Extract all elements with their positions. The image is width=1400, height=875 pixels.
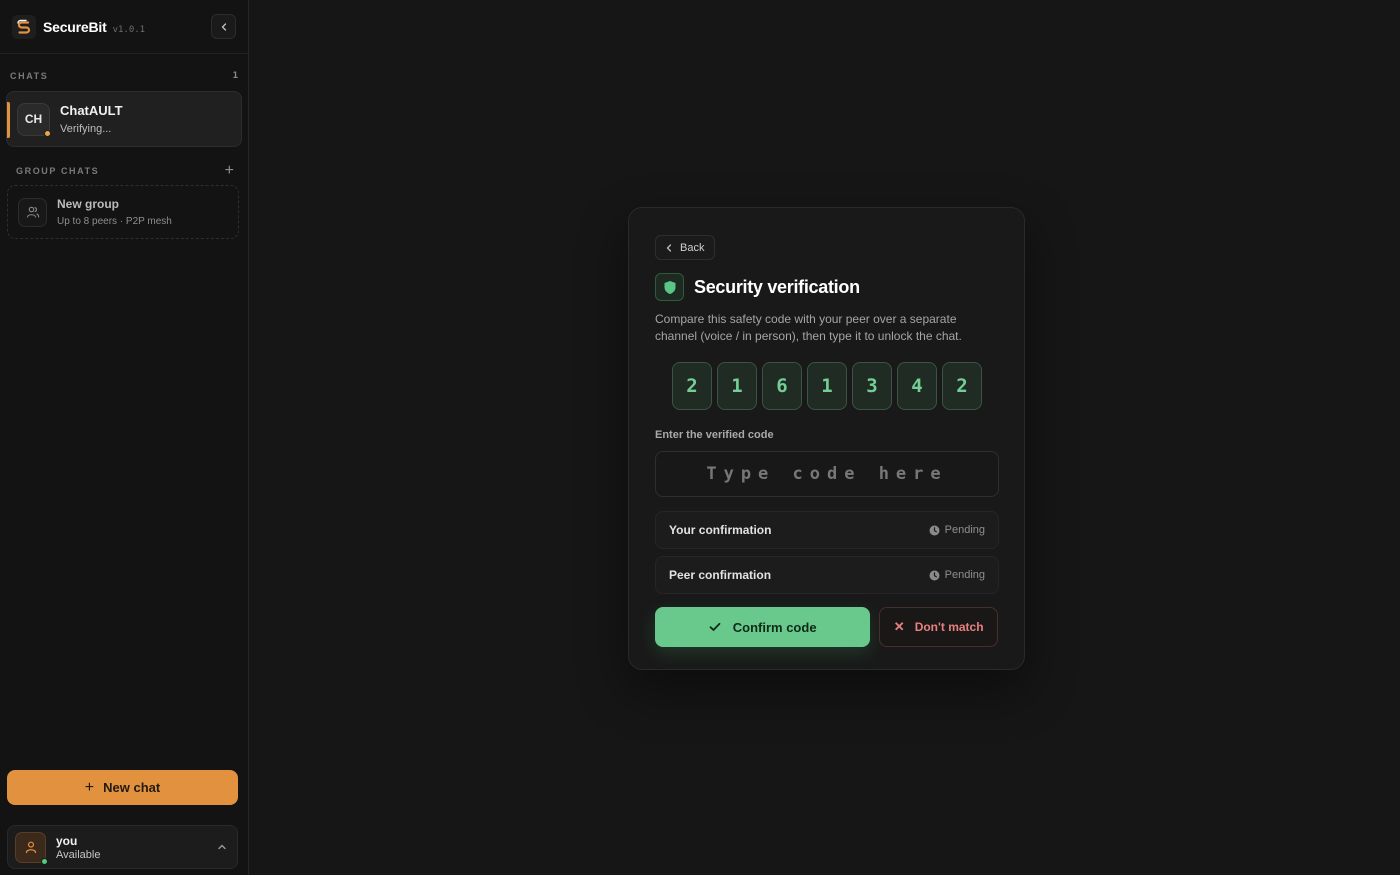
brand-header: SecureBit v1.0.1: [0, 0, 248, 54]
user-status: Available: [56, 848, 101, 861]
back-label: Back: [680, 241, 705, 254]
chat-avatar: CH: [17, 102, 51, 137]
code-digit: 2: [672, 362, 712, 410]
code-digit: 6: [762, 362, 802, 410]
dont-match-button[interactable]: ✕ Don't match: [879, 607, 998, 647]
user-icon: [25, 841, 36, 854]
safety-code-display: 2 1 6 1 3 4 2: [672, 362, 998, 410]
chats-count: 1: [232, 71, 238, 81]
page-title: Security verification: [694, 276, 860, 297]
users-icon: [18, 197, 47, 227]
back-button[interactable]: Back: [655, 235, 716, 260]
checkmark-icon: [709, 622, 721, 631]
new-group-subtitle: Up to 8 peers · P2P mesh: [57, 216, 172, 227]
user-name: you: [56, 833, 78, 848]
chat-name: ChatAULT: [60, 103, 123, 118]
code-digit: 1: [807, 362, 847, 410]
verification-actions: Confirm code ✕ Don't match: [655, 607, 998, 647]
chats-section-label: CHATS: [10, 71, 49, 81]
new-group-item[interactable]: New group Up to 8 peers · P2P mesh: [7, 185, 239, 239]
clock-icon: [929, 525, 940, 535]
verification-card: Back Security verification Compare this …: [628, 207, 1025, 670]
new-group-meta: New group Up to 8 peers · P2P mesh: [57, 197, 172, 227]
user-meta: you Available: [56, 834, 100, 861]
peer-confirmation-status-text: Pending: [944, 569, 985, 581]
brand-version: v1.0.1: [112, 24, 146, 35]
peer-confirmation-label: Peer confirmation: [669, 568, 772, 582]
close-icon: ✕: [893, 619, 905, 634]
title-row: Security verification: [655, 273, 998, 301]
chat-status: Verifying...: [60, 123, 112, 135]
add-group-button[interactable]: +: [225, 162, 234, 180]
code-digit: 1: [717, 362, 757, 410]
chevron-left-icon: [666, 243, 672, 252]
online-status-dot: [41, 857, 48, 865]
new-chat-button[interactable]: + New chat: [7, 770, 238, 805]
chat-meta: ChatAULT Verifying...: [60, 103, 123, 135]
verification-description: Compare this safety code with your peer …: [655, 312, 962, 343]
app-root: SecureBit v1.0.1 CHATS 1 CH ChatAULT Ver…: [0, 0, 1400, 875]
brand-name: SecureBit: [43, 18, 107, 35]
peer-confirmation-status: Pending: [929, 569, 985, 581]
securebit-logo-icon: [12, 14, 36, 39]
group-chats-section-label: GROUP CHATS: [16, 166, 100, 176]
main-area: Back Security verification Compare this …: [249, 0, 1400, 875]
chat-list-item[interactable]: CH ChatAULT Verifying...: [6, 91, 242, 147]
plus-icon: +: [84, 778, 95, 796]
your-confirmation-status: Pending: [929, 524, 985, 536]
confirm-code-button[interactable]: Confirm code: [655, 607, 871, 647]
your-confirmation-row: Your confirmation Pending: [655, 511, 999, 549]
shield-icon: [655, 273, 684, 301]
code-digit: 3: [852, 362, 892, 410]
peer-confirmation-row: Peer confirmation Pending: [655, 556, 999, 594]
code-input[interactable]: [655, 451, 999, 497]
code-input-label: Enter the verified code: [655, 429, 774, 441]
new-group-name: New group: [57, 197, 119, 211]
user-profile-card[interactable]: you Available: [7, 825, 238, 869]
active-chat-indicator: [7, 102, 10, 138]
chat-avatar-initials: CH: [24, 112, 43, 126]
your-confirmation-label: Your confirmation: [669, 523, 772, 537]
group-chats-section-header: GROUP CHATS +: [0, 162, 248, 180]
code-digit: 2: [942, 362, 982, 410]
clock-icon: [929, 570, 940, 580]
new-chat-label: New chat: [103, 780, 161, 795]
your-confirmation-status-text: Pending: [944, 524, 985, 536]
chats-section-header: CHATS 1: [0, 68, 248, 84]
chevron-up-icon: [218, 844, 226, 850]
dont-match-label: Don't match: [914, 620, 984, 634]
verifying-status-dot: [44, 129, 51, 137]
code-digit: 4: [897, 362, 937, 410]
collapse-sidebar-button[interactable]: [211, 14, 236, 39]
user-avatar: [15, 831, 48, 865]
chevron-left-icon: [221, 22, 226, 31]
sidebar: SecureBit v1.0.1 CHATS 1 CH ChatAULT Ver…: [0, 0, 249, 875]
confirm-code-label: Confirm code: [732, 619, 817, 635]
